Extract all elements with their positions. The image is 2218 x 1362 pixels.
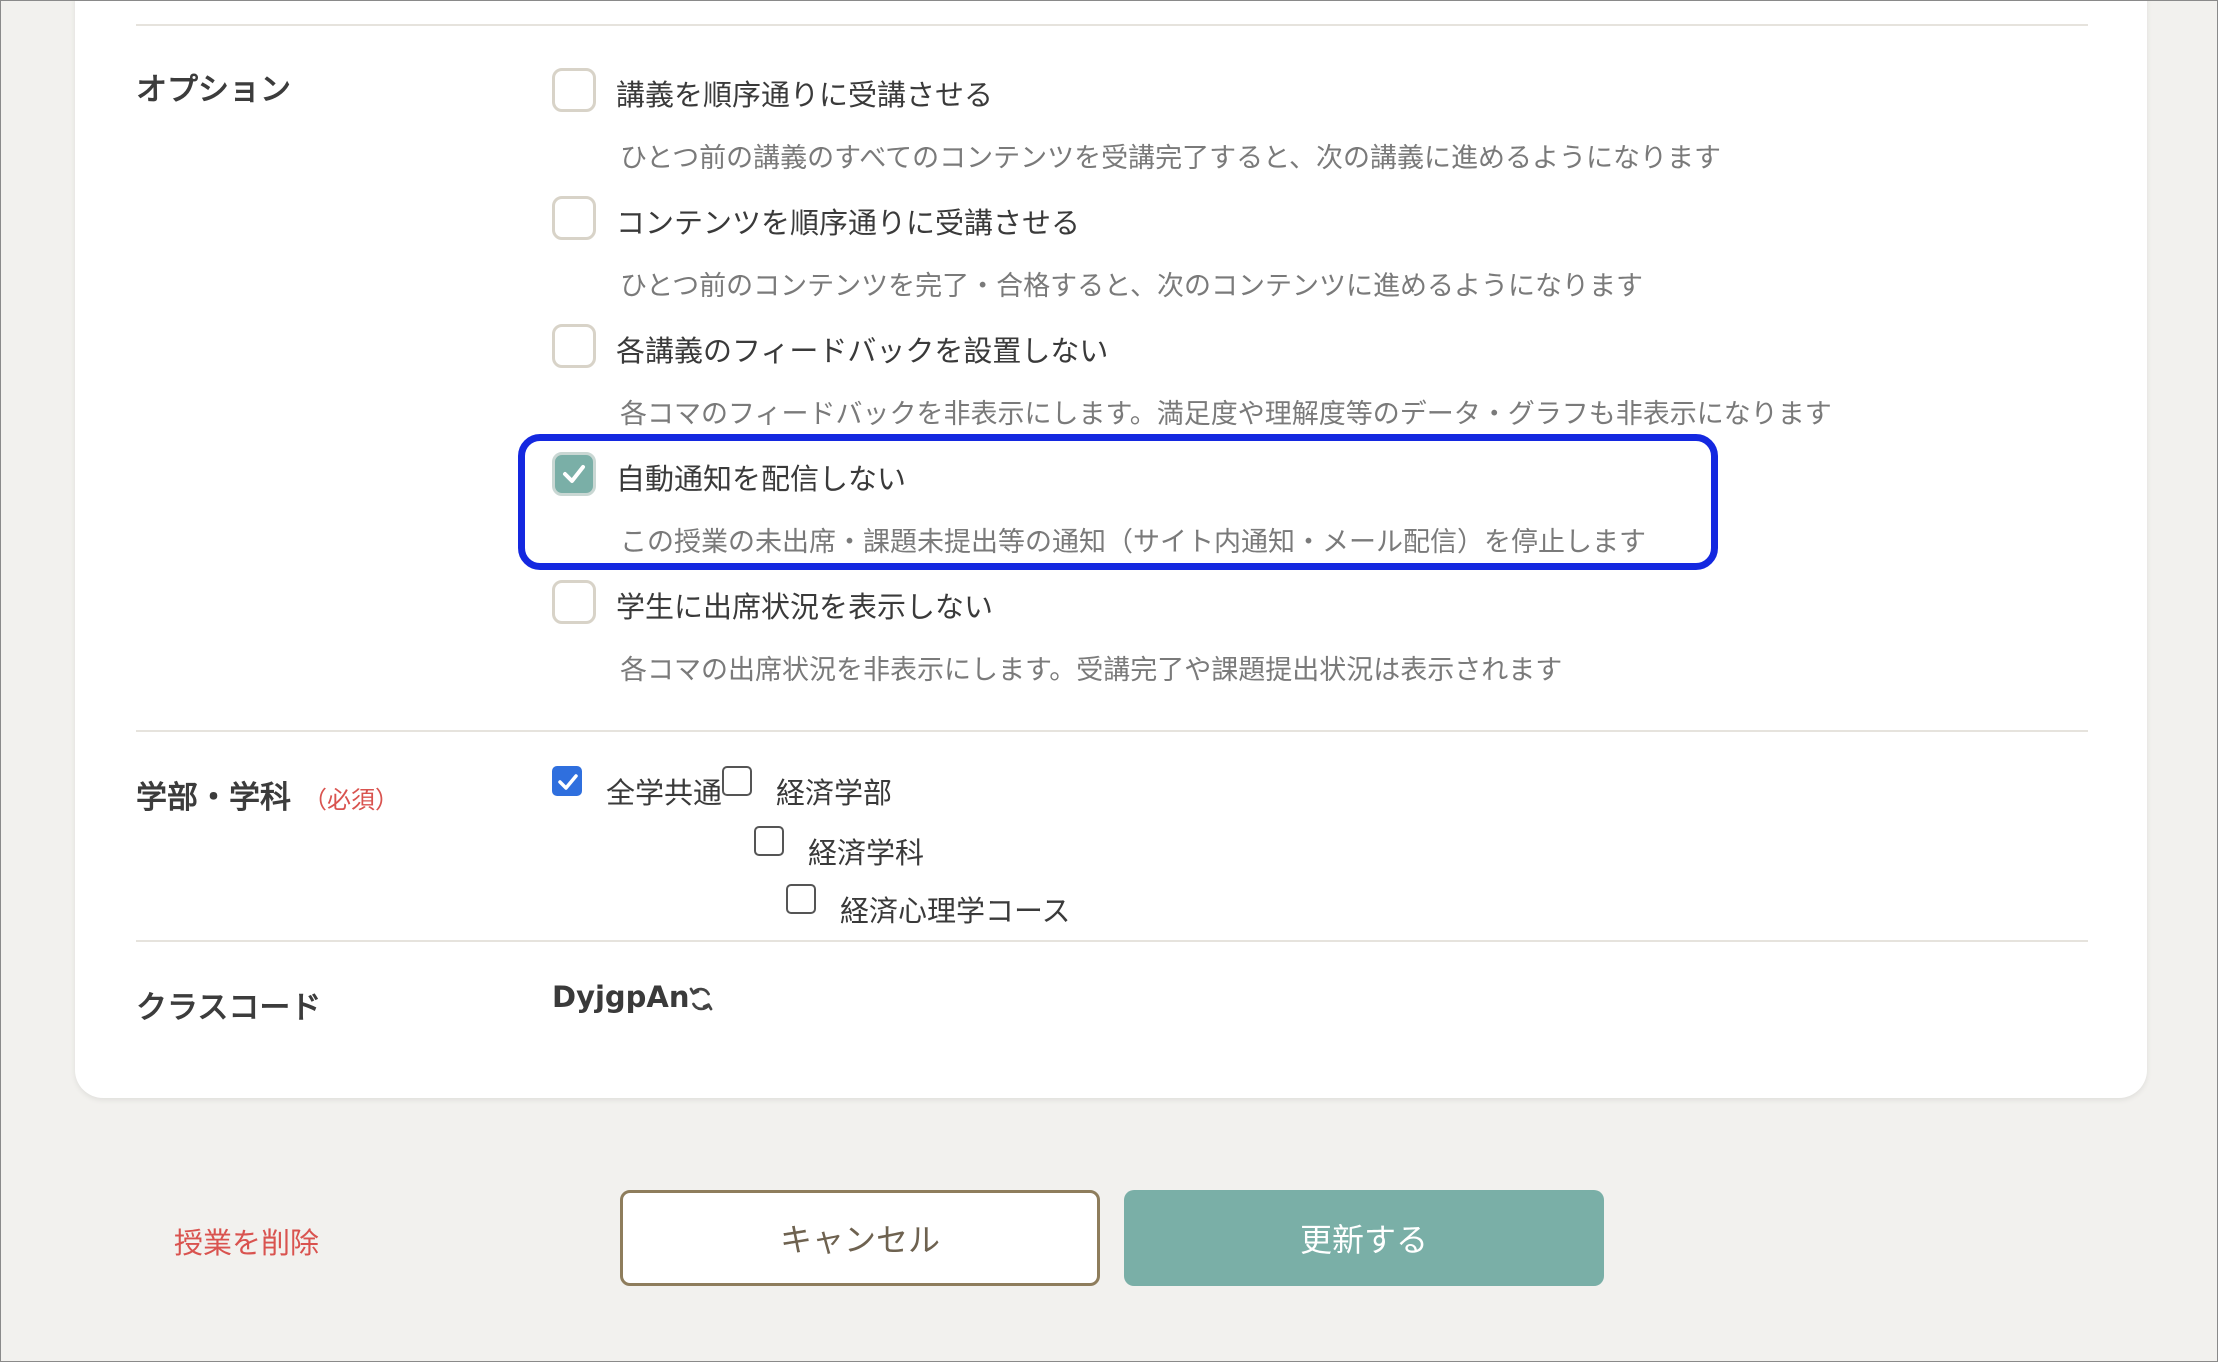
department-label-all: 全学共通 [606, 776, 723, 810]
option-checkbox-hide-attendance[interactable] [552, 580, 596, 624]
department-section-label: 学部・学科 （必須） [136, 772, 399, 817]
option-label-sequential-contents: コンテンツを順序通りに受講させる [616, 206, 1081, 240]
class-code-section-label: クラスコード [136, 990, 322, 1026]
department-label: 学部・学科 [136, 780, 291, 816]
option-desc-sequential-contents: ひとつ前のコンテンツを完了・合格すると、次のコンテンツに進めるようになります [620, 271, 1644, 302]
divider-options [136, 730, 2088, 732]
option-desc-no-feedback: 各コマのフィードバックを非表示にします。満足度や理解度等のデータ・グラフも非表示… [620, 399, 1832, 430]
department-label-economics-faculty: 経済学部 [776, 776, 893, 810]
option-checkbox-sequential-lectures[interactable] [552, 68, 596, 112]
option-checkbox-no-feedback[interactable] [552, 324, 596, 368]
update-button[interactable]: 更新する [1124, 1190, 1604, 1286]
highlight-annotation [518, 434, 1718, 570]
option-label-sequential-lectures: 講義を順序通りに受講させる [616, 78, 994, 112]
refresh-icon[interactable] [686, 984, 716, 1014]
options-section-label: オプション [136, 72, 291, 108]
department-label-economics-dept: 経済学科 [808, 836, 925, 870]
class-code-value: DyjgpAn [552, 980, 690, 1014]
department-checkbox-econ-psych-course[interactable] [786, 884, 816, 914]
cancel-button[interactable]: キャンセル [620, 1190, 1100, 1286]
divider-top [136, 24, 2088, 26]
option-desc-hide-attendance: 各コマの出席状況を非表示にします。受講完了や課題提出状況は表示されます [620, 655, 1563, 686]
department-checkbox-economics-dept[interactable] [754, 826, 784, 856]
option-label-no-feedback: 各講義のフィードバックを設置しない [616, 334, 1109, 368]
delete-class-link[interactable]: 授業を削除 [174, 1220, 319, 1262]
divider-department [136, 940, 2088, 942]
option-checkbox-sequential-contents[interactable] [552, 196, 596, 240]
department-checkbox-all[interactable] [552, 766, 582, 796]
department-checkbox-economics-faculty[interactable] [722, 766, 752, 796]
required-badge: （必須） [303, 786, 399, 814]
checkmark-icon [558, 774, 578, 790]
option-desc-sequential-lectures: ひとつ前の講義のすべてのコンテンツを受講完了すると、次の講義に進めるようになりま… [620, 143, 1722, 174]
option-label-hide-attendance: 学生に出席状況を表示しない [616, 590, 994, 624]
department-label-econ-psych-course: 経済心理学コース [840, 894, 1071, 928]
